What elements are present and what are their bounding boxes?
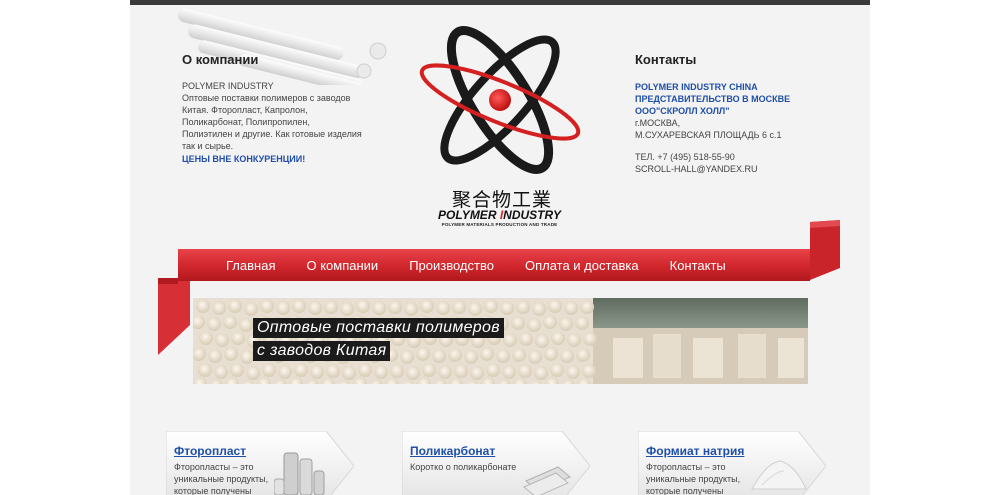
atom-logo-icon [419,26,581,174]
contacts-block: Контакты POLYMER INDUSTRY CHINA ПРЕДСТАВ… [635,52,835,175]
about-block: О компании POLYMER INDUSTRY Оптовые пост… [182,52,372,164]
contacts-company-line: ООО"СКРОЛЛ ХОЛЛ" [635,106,730,116]
card-title-link[interactable]: Поликарбонат [410,444,495,458]
logo-en-part: POLYMER [438,208,500,222]
nav-item-contacts[interactable]: Контакты [670,258,726,273]
nav-item-home[interactable]: Главная [226,258,275,273]
page-container: О компании POLYMER INDUSTRY Оптовые пост… [130,0,870,495]
contacts-company-line: ПРЕДСТАВИТЕЛЬСТВО В МОСКВЕ [635,94,791,104]
banner-caption: Оптовые поставки полимеров с заводов Кит… [253,318,504,364]
banner-caption-line: Оптовые поставки полимеров [253,318,504,338]
logo-english-text: POLYMER INDUSTRY [422,208,577,222]
about-desc-line: Полиэтилен и другие. Как готовые изделия [182,129,362,139]
card-text: Коротко о поликарбонате [410,462,517,472]
about-desc-line: Китая. Фторопласт, Капролон, [182,105,308,115]
about-desc-line: Поликарбонат, Полипропилен, [182,117,310,127]
product-card-polycarbonate[interactable]: Поликарбонат Коротко о поликарбонате [402,431,590,495]
card-text: Фторопласты – это уникальные продукты, к… [174,462,269,495]
company-logo[interactable]: 聚合物工業 POLYMER INDUSTRY POLYMER MATERIALS… [412,20,582,235]
card-text: Фторопласты – это уникальные продукты, к… [646,462,741,495]
about-promo-link[interactable]: ЦЕНЫ ВНЕ КОНКУРЕНЦИИ! [182,154,372,164]
nav-item-payment-delivery[interactable]: Оплата и доставка [525,258,639,273]
polycarbonate-sheets-image [523,466,571,495]
nav-item-production[interactable]: Производство [409,258,494,273]
ptfe-rods-image [274,452,325,495]
logo-subtitle: POLYMER MATERIALS PRODUCTION AND TRADE [441,222,558,227]
card-title-link[interactable]: Формиат натрия [646,444,744,458]
contacts-address-line: М.СУХАРЕВСКАЯ ПЛОЩАДЬ 6 с.1 [635,130,782,140]
product-card-sodium-formate[interactable]: Формиат натрия Фторопласты – это уникаль… [638,431,826,495]
ribbon-right-fold [810,220,840,280]
contacts-email[interactable]: SCROLL-HALL@YANDEX.RU [635,163,835,175]
contacts-heading: Контакты [635,52,697,67]
powder-pile-image [751,460,807,490]
card-title-link[interactable]: Фторопласт [174,444,246,458]
nav-list: Главная О компании Производство Оплата и… [178,249,810,281]
main-navigation: Главная О компании Производство Оплата и… [178,249,810,281]
nav-item-about[interactable]: О компании [306,258,378,273]
product-card-ptfe[interactable]: Фторопласт Фторопласты – это уникальные … [166,431,354,495]
contacts-phone: ТЕЛ. +7 (495) 518-55-90 [635,152,735,162]
hero-banner: Оптовые поставки полимеров с заводов Кит… [193,298,808,384]
about-heading: О компании [182,52,259,67]
about-desc-line: так и сырье. [182,141,234,151]
logo-en-part: NDUSTRY [503,208,561,222]
about-description: Оптовые поставки полимеров с заводов Кит… [182,92,372,152]
banner-caption-line: с заводов Китая [253,341,391,361]
about-brand: POLYMER INDUSTRY [182,81,274,91]
about-desc-line: Оптовые поставки полимеров с заводов [182,93,351,103]
contacts-company-line: POLYMER INDUSTRY CHINA [635,82,758,92]
contacts-address-line: г.МОСКВА, [635,118,681,128]
